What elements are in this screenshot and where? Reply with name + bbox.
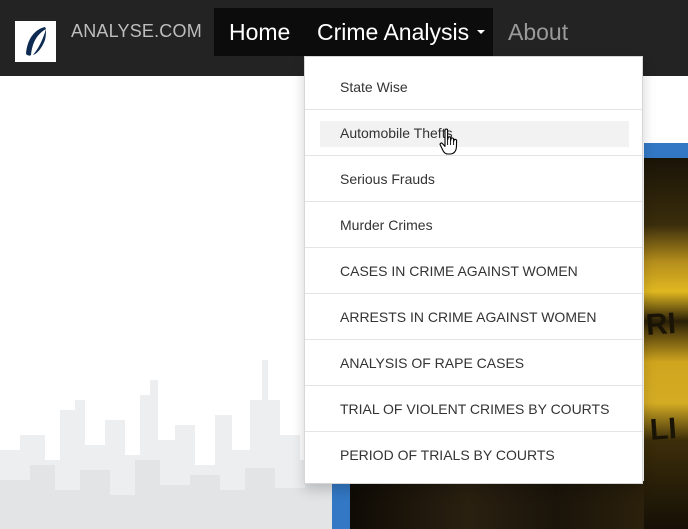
menu-item-label: State Wise	[340, 79, 408, 95]
hand-pointer-cursor-icon	[439, 128, 458, 155]
leaf-logo-icon[interactable]	[15, 21, 56, 62]
nav-home[interactable]: Home	[214, 8, 304, 56]
crime-scene-photo-lower	[350, 481, 644, 529]
banner-blue-edge	[644, 143, 688, 158]
menu-item-serious-frauds[interactable]: Serious Frauds	[305, 156, 642, 202]
menu-item-label: ARRESTS IN CRIME AGAINST WOMEN	[340, 309, 597, 325]
nav-about[interactable]: About	[508, 8, 568, 56]
menu-item-period-of-trials[interactable]: PERIOD OF TRIALS BY COURTS	[305, 432, 642, 478]
banner-blue-edge-left	[332, 481, 350, 529]
menu-item-label: Automobile Thefts	[340, 125, 453, 141]
nav-home-label: Home	[229, 19, 291, 45]
brand-name[interactable]: ANALYSE.COM	[71, 21, 202, 42]
menu-item-state-wise[interactable]: State Wise	[305, 64, 642, 110]
caret-down-icon	[477, 29, 486, 34]
menu-item-cases-crime-against-women[interactable]: CASES IN CRIME AGAINST WOMEN	[305, 248, 642, 294]
nav-crime-analysis-dropdown[interactable]: Crime Analysis	[304, 8, 493, 56]
menu-item-label: CASES IN CRIME AGAINST WOMEN	[340, 263, 578, 279]
menu-item-label: Murder Crimes	[340, 217, 433, 233]
menu-item-label: PERIOD OF TRIALS BY COURTS	[340, 447, 555, 463]
menu-item-murder-crimes[interactable]: Murder Crimes	[305, 202, 642, 248]
nav-about-label: About	[508, 19, 569, 45]
crime-scene-photo: RI LI	[644, 158, 688, 529]
menu-item-trial-violent-crimes[interactable]: TRIAL OF VIOLENT CRIMES BY COURTS	[305, 386, 642, 432]
menu-item-analysis-rape-cases[interactable]: ANALYSIS OF RAPE CASES	[305, 340, 642, 386]
menu-item-arrests-crime-against-women[interactable]: ARRESTS IN CRIME AGAINST WOMEN	[305, 294, 642, 340]
menu-item-label: Serious Frauds	[340, 171, 435, 187]
menu-item-label: ANALYSIS OF RAPE CASES	[340, 355, 525, 371]
menu-item-automobile-thefts[interactable]: Automobile Thefts	[305, 110, 642, 156]
nav-crime-analysis-label: Crime Analysis	[317, 19, 470, 45]
city-skyline-background	[0, 360, 340, 529]
menu-item-label: TRIAL OF VIOLENT CRIMES BY COURTS	[340, 401, 610, 417]
crime-analysis-dropdown-menu: State Wise Automobile Thefts Serious Fra…	[304, 56, 643, 484]
